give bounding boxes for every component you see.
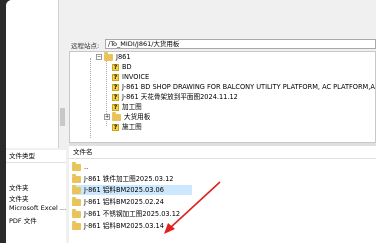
expand-icon[interactable]: + bbox=[104, 114, 110, 120]
local-tree-scrollbar[interactable] bbox=[59, 0, 66, 148]
file-name: J-861 铝料BM2025.03.06 bbox=[84, 186, 164, 194]
file-row[interactable]: J-861 铁件加工图2025.03.12 bbox=[72, 173, 174, 184]
tree-node[interactable]: ? 施工图 bbox=[112, 122, 142, 132]
file-type-cell: 文件夹 bbox=[9, 184, 29, 192]
folder-icon bbox=[112, 111, 121, 121]
file-name: J-861 不锈钢加工图2025.03.12 bbox=[84, 210, 181, 218]
file-row[interactable]: J-861 铝料BM2025.03.14 bbox=[72, 220, 164, 231]
tree-node[interactable]: ? BD bbox=[112, 62, 132, 72]
tree-node-label: 大货用板 bbox=[124, 113, 151, 121]
folder-icon bbox=[72, 173, 81, 183]
scrollbar-thumb[interactable] bbox=[60, 108, 65, 126]
local-pane: 文件类型 文件夹 文件夹 Microsoft Excel ... PDF 文件 bbox=[6, 0, 66, 243]
collapse-icon[interactable]: − bbox=[96, 54, 102, 60]
folder-icon bbox=[72, 161, 81, 171]
column-header-filename[interactable]: 文件名 bbox=[69, 146, 376, 159]
tree-node-label: INVOICE bbox=[122, 73, 150, 81]
tree-node[interactable]: ? INVOICE bbox=[112, 72, 149, 82]
remote-path-input[interactable]: /To_MIDI/J861/大货用板 bbox=[105, 39, 376, 49]
tree-node[interactable]: ? 加工图 bbox=[112, 102, 142, 112]
question-folder-icon: ? bbox=[112, 123, 119, 131]
tree-node[interactable]: ? J-861 天花骨架放到平面图2024.11.12 bbox=[112, 92, 238, 102]
remote-directory-tree[interactable]: − J861 ? BD ? INVOICE ? J-861 BD SHOP DRAWIN… bbox=[69, 51, 376, 143]
tree-node-label: J861 bbox=[116, 53, 131, 61]
folder-icon bbox=[72, 220, 81, 230]
file-name: J-861 铝料BM2025.02.24 bbox=[84, 198, 164, 206]
file-name: J-861 铝料BM2025.03.14 bbox=[84, 222, 164, 230]
question-folder-icon: ? bbox=[112, 63, 119, 71]
local-file-list[interactable]: 文件类型 文件夹 文件夹 Microsoft Excel ... PDF 文件 bbox=[6, 150, 66, 243]
column-header-filetype[interactable]: 文件类型 bbox=[6, 150, 66, 163]
tree-node[interactable]: ? J-861 BD SHOP DRAWING FOR BALCONY UTILI… bbox=[112, 82, 376, 92]
tree-node-label: BD bbox=[122, 63, 132, 71]
remote-site-label: 远程站点: bbox=[71, 42, 100, 50]
tree-guide-line bbox=[90, 58, 91, 138]
folder-icon bbox=[104, 52, 113, 61]
tree-node-selected-folder[interactable]: + 大货用板 bbox=[104, 111, 151, 122]
question-folder-icon: ? bbox=[112, 93, 119, 101]
file-row-selected[interactable]: J-861 铝料BM2025.03.06 bbox=[72, 184, 192, 195]
app-frame: 文件类型 文件夹 文件夹 Microsoft Excel ... PDF 文件 … bbox=[0, 0, 376, 243]
folder-icon bbox=[72, 208, 81, 218]
remote-file-list[interactable]: 文件名 .. J-861 铁件加工图2025.03.12 J-861 铝料BM2… bbox=[69, 146, 376, 243]
folder-icon bbox=[72, 184, 81, 194]
tree-node-j861[interactable]: − J861 bbox=[96, 52, 131, 62]
tree-node-label: J-861 BD SHOP DRAWING FOR BALCONY UTILIT… bbox=[122, 83, 376, 91]
file-type-cell: Microsoft Excel ... bbox=[9, 204, 67, 212]
file-row[interactable]: J-861 不锈钢加工图2025.03.12 bbox=[72, 208, 181, 219]
local-tree[interactable] bbox=[6, 0, 59, 148]
file-row[interactable]: J-861 铝料BM2025.02.24 bbox=[72, 196, 164, 207]
ftp-client-window: 文件类型 文件夹 文件夹 Microsoft Excel ... PDF 文件 … bbox=[6, 0, 376, 243]
remote-site-bar: 远程站点: /To_MIDI/J861/大货用板 bbox=[69, 38, 376, 50]
tree-node-label: 施工图 bbox=[122, 123, 142, 131]
file-row-parent[interactable]: .. bbox=[72, 161, 89, 172]
folder-icon bbox=[72, 196, 81, 206]
file-name: J-861 铁件加工图2025.03.12 bbox=[84, 175, 174, 183]
question-folder-icon: ? bbox=[112, 73, 119, 81]
file-type-cell: 文件夹 bbox=[9, 195, 29, 203]
question-folder-icon: ? bbox=[112, 103, 119, 111]
file-name: .. bbox=[84, 163, 89, 171]
tree-node-label: J-861 天花骨架放到平面图2024.11.12 bbox=[122, 93, 238, 101]
question-folder-icon: ? bbox=[112, 83, 119, 91]
tree-node-label: 加工图 bbox=[122, 103, 142, 111]
remote-pane: 远程站点: /To_MIDI/J861/大货用板 − J861 ? BD ? INVO… bbox=[69, 0, 376, 243]
file-type-cell: PDF 文件 bbox=[9, 217, 37, 225]
